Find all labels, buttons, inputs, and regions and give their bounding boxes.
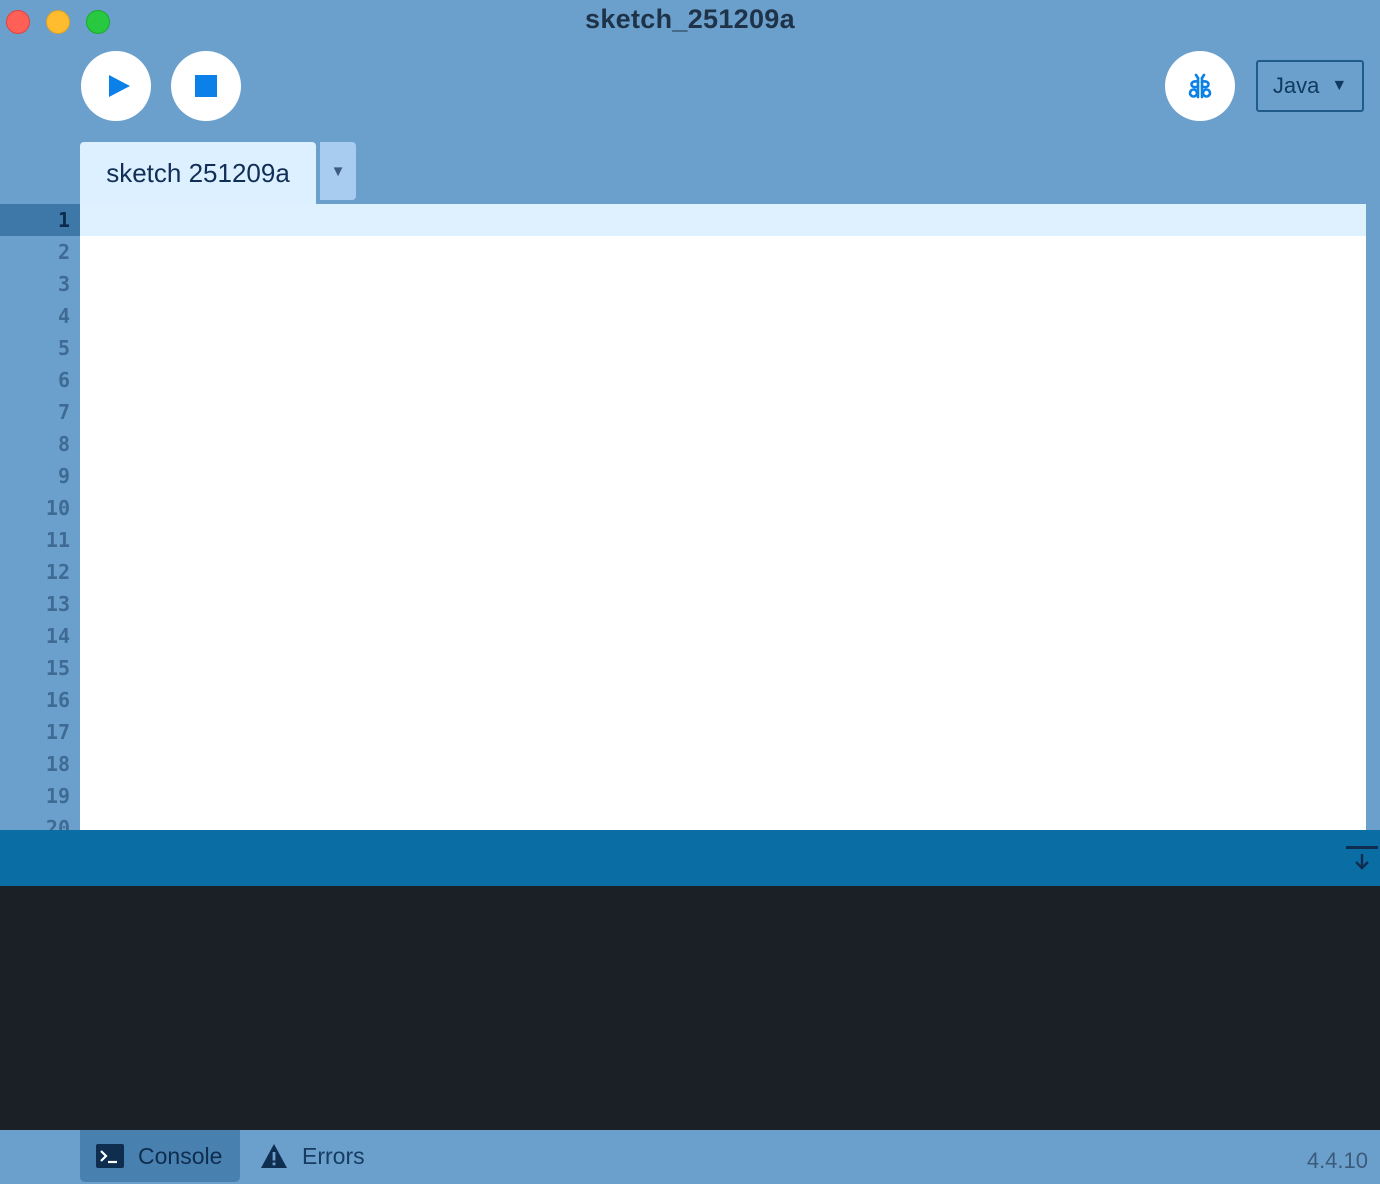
line-number: 1 <box>0 204 80 236</box>
line-number: 7 <box>57 400 70 424</box>
console-tab-label: Console <box>138 1142 223 1169</box>
run-button[interactable] <box>81 51 151 121</box>
line-number-gutter: 1 2 3 4 5 6 7 8 9 10 11 12 13 14 15 16 17 18 19 20 <box>0 204 80 830</box>
console-header-bar <box>0 830 1380 886</box>
tab-menu-button[interactable]: ▼ <box>320 142 356 200</box>
line-number: 11 <box>45 528 70 552</box>
processing-window: sketch_251209a Java ▼ sketch 251209a ▼ 1 <box>0 0 1380 1184</box>
caret-down-icon: ▼ <box>1331 77 1348 94</box>
line-number: 15 <box>45 656 70 680</box>
line-number: 17 <box>45 720 70 744</box>
line-number: 4 <box>57 304 70 328</box>
line-number: 18 <box>45 752 70 776</box>
warning-icon <box>261 1144 287 1168</box>
line-number: 3 <box>57 272 70 296</box>
play-icon <box>109 75 130 97</box>
line-number: 6 <box>57 368 70 392</box>
line-number: 2 <box>57 240 70 264</box>
line-number: 9 <box>57 464 70 488</box>
console-output[interactable] <box>0 886 1380 1130</box>
debug-button[interactable] <box>1165 51 1235 121</box>
caret-down-icon: ▼ <box>330 162 346 180</box>
butterfly-icon <box>1188 73 1212 99</box>
title-bar: sketch_251209a <box>0 0 1380 44</box>
line-number: 5 <box>57 336 70 360</box>
line-number: 16 <box>45 688 70 712</box>
terminal-icon <box>96 1144 124 1168</box>
mode-selector[interactable]: Java ▼ <box>1256 60 1364 112</box>
code-editor[interactable] <box>80 204 1366 830</box>
line-number: 13 <box>45 592 70 616</box>
window-title: sketch_251209a <box>585 4 795 34</box>
collapse-console-icon[interactable] <box>1346 846 1378 872</box>
version-label: 4.4.10 <box>1306 1148 1368 1173</box>
line-number: 12 <box>45 560 70 584</box>
line-number: 19 <box>45 784 70 808</box>
line-number: 14 <box>45 624 70 648</box>
footer-bar: Console Errors 4.4.10 <box>0 1130 1380 1184</box>
tab-console[interactable]: Console <box>80 1130 240 1182</box>
line-number: 10 <box>45 496 70 520</box>
tab-sketch[interactable]: sketch 251209a <box>80 142 316 204</box>
stop-icon <box>195 75 217 97</box>
errors-tab-label: Errors <box>302 1142 365 1169</box>
line-number: 20 <box>45 816 70 830</box>
current-line-highlight <box>80 204 1366 236</box>
line-number: 8 <box>57 432 70 456</box>
tab-errors[interactable]: Errors <box>244 1130 381 1182</box>
mode-label: Java <box>1272 73 1320 98</box>
stop-button[interactable] <box>171 51 241 121</box>
